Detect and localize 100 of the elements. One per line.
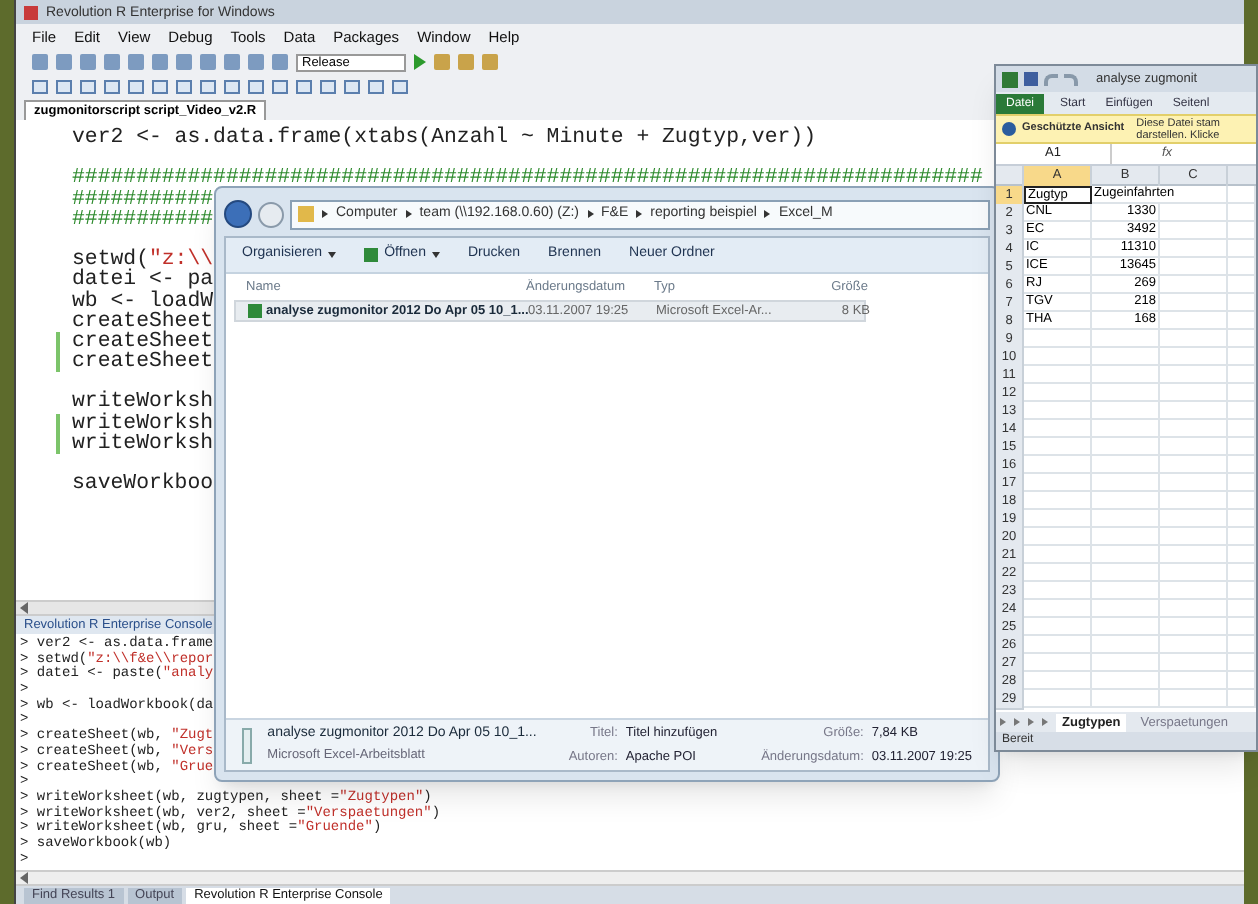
empty-cell[interactable] bbox=[1160, 204, 1228, 222]
code-line: writeWorksh bbox=[72, 392, 214, 414]
empty-cell[interactable] bbox=[1160, 240, 1228, 258]
empty-cell[interactable] bbox=[1160, 348, 1228, 366]
empty-cell[interactable] bbox=[1160, 528, 1228, 546]
code-line: createSheet bbox=[72, 352, 214, 373]
empty-cell[interactable] bbox=[1228, 690, 1256, 708]
code-line: writeWorksh bbox=[72, 433, 214, 455]
empty-cell[interactable] bbox=[1160, 420, 1228, 438]
empty-cell[interactable] bbox=[1092, 348, 1160, 366]
undo-icon[interactable] bbox=[1044, 73, 1058, 85]
empty-cell[interactable] bbox=[1228, 654, 1256, 672]
chevron-icon bbox=[405, 210, 412, 218]
empty-cell[interactable] bbox=[1160, 402, 1228, 420]
code-line: ####################################################################### bbox=[72, 168, 983, 190]
empty-cell[interactable] bbox=[1160, 636, 1228, 654]
empty-cell[interactable] bbox=[1228, 528, 1256, 546]
code-line: createSheet bbox=[72, 331, 214, 353]
empty-cell[interactable] bbox=[1228, 204, 1256, 222]
empty-cell[interactable] bbox=[1092, 474, 1160, 492]
excel-icon bbox=[1002, 71, 1018, 87]
empty-cell[interactable] bbox=[1092, 402, 1160, 420]
empty-cell[interactable] bbox=[1092, 654, 1160, 672]
empty-cell[interactable] bbox=[1092, 384, 1160, 402]
empty-cell[interactable] bbox=[1160, 654, 1228, 672]
empty-cell[interactable] bbox=[1228, 510, 1256, 528]
empty-cell[interactable] bbox=[1228, 564, 1256, 582]
forward-icon[interactable] bbox=[258, 201, 284, 227]
empty-cell[interactable] bbox=[1160, 438, 1228, 456]
empty-cell[interactable] bbox=[1092, 564, 1160, 582]
empty-cell[interactable] bbox=[1160, 672, 1228, 690]
empty-cell[interactable] bbox=[1160, 456, 1228, 474]
spreadsheet-icon bbox=[242, 727, 252, 763]
empty-cell[interactable] bbox=[1228, 294, 1256, 312]
chevron-icon bbox=[322, 210, 328, 218]
code-line: saveWorkboo bbox=[72, 474, 214, 495]
empty-cell[interactable] bbox=[1228, 330, 1256, 348]
empty-cell[interactable] bbox=[1228, 186, 1256, 204]
chevron-icon bbox=[587, 210, 593, 218]
chevron-icon bbox=[636, 210, 643, 218]
empty-cell[interactable] bbox=[1160, 546, 1228, 564]
empty-cell[interactable] bbox=[1228, 240, 1256, 258]
code-line: datei <- pa bbox=[72, 270, 214, 292]
empty-cell[interactable] bbox=[1092, 672, 1160, 690]
code-line: ver2 <- as.data.frame(xtabs(Anzahl ~ Minute + Zugtyp,ver)) bbox=[72, 128, 816, 149]
empty-cell[interactable] bbox=[1160, 294, 1228, 312]
chevron-icon bbox=[764, 210, 771, 218]
empty-cell[interactable] bbox=[1160, 276, 1228, 294]
code-line: ########### bbox=[72, 189, 214, 210]
empty-cell[interactable] bbox=[1092, 456, 1160, 474]
code-line: setwd("z:\\ bbox=[72, 250, 214, 271]
info-icon bbox=[1002, 122, 1016, 136]
empty-cell[interactable] bbox=[1228, 582, 1256, 600]
empty-cell[interactable] bbox=[1160, 510, 1228, 528]
empty-cell[interactable] bbox=[1092, 636, 1160, 654]
empty-cell[interactable] bbox=[1092, 690, 1160, 708]
empty-cell[interactable] bbox=[1160, 366, 1228, 384]
empty-cell[interactable] bbox=[1228, 366, 1256, 384]
empty-cell[interactable] bbox=[1228, 402, 1256, 420]
empty-cell[interactable] bbox=[1092, 510, 1160, 528]
empty-cell[interactable] bbox=[1228, 276, 1256, 294]
empty-cell[interactable] bbox=[1092, 330, 1160, 348]
empty-cell[interactable] bbox=[1160, 474, 1228, 492]
empty-cell[interactable] bbox=[1160, 258, 1228, 276]
empty-cell[interactable] bbox=[1228, 222, 1256, 240]
empty-cell[interactable] bbox=[1228, 474, 1256, 492]
empty-cell[interactable] bbox=[1092, 528, 1160, 546]
empty-cell[interactable] bbox=[1092, 366, 1160, 384]
empty-cell[interactable] bbox=[1228, 438, 1256, 456]
empty-cell[interactable] bbox=[1160, 492, 1228, 510]
folder-icon bbox=[298, 206, 314, 222]
empty-cell[interactable] bbox=[1092, 438, 1160, 456]
empty-cell[interactable] bbox=[1160, 690, 1228, 708]
empty-cell[interactable] bbox=[1228, 348, 1256, 366]
empty-cell[interactable] bbox=[1092, 420, 1160, 438]
empty-cell[interactable] bbox=[1160, 222, 1228, 240]
empty-cell[interactable] bbox=[1228, 672, 1256, 690]
empty-cell[interactable] bbox=[1228, 384, 1256, 402]
empty-cell[interactable] bbox=[1228, 420, 1256, 438]
spreadsheet-icon bbox=[364, 248, 379, 262]
empty-cell[interactable] bbox=[1092, 546, 1160, 564]
empty-cell[interactable] bbox=[1092, 582, 1160, 600]
save-icon[interactable] bbox=[1024, 72, 1038, 86]
redo-icon[interactable] bbox=[1064, 73, 1078, 85]
app-icon bbox=[24, 5, 38, 19]
empty-cell[interactable] bbox=[1228, 258, 1256, 276]
empty-cell[interactable] bbox=[1228, 492, 1256, 510]
empty-cell[interactable] bbox=[1228, 456, 1256, 474]
empty-cell[interactable] bbox=[1160, 384, 1228, 402]
empty-cell[interactable] bbox=[1092, 492, 1160, 510]
code-line: writeWorksh bbox=[72, 413, 214, 434]
empty-cell[interactable] bbox=[1160, 312, 1228, 330]
back-icon[interactable] bbox=[224, 200, 252, 228]
empty-cell[interactable] bbox=[1160, 330, 1228, 348]
empty-cell[interactable] bbox=[1228, 546, 1256, 564]
empty-cell[interactable] bbox=[1160, 564, 1228, 582]
empty-cell[interactable] bbox=[1228, 312, 1256, 330]
spreadsheet-icon bbox=[248, 304, 262, 319]
empty-cell[interactable] bbox=[1228, 636, 1256, 654]
empty-cell[interactable] bbox=[1160, 582, 1228, 600]
